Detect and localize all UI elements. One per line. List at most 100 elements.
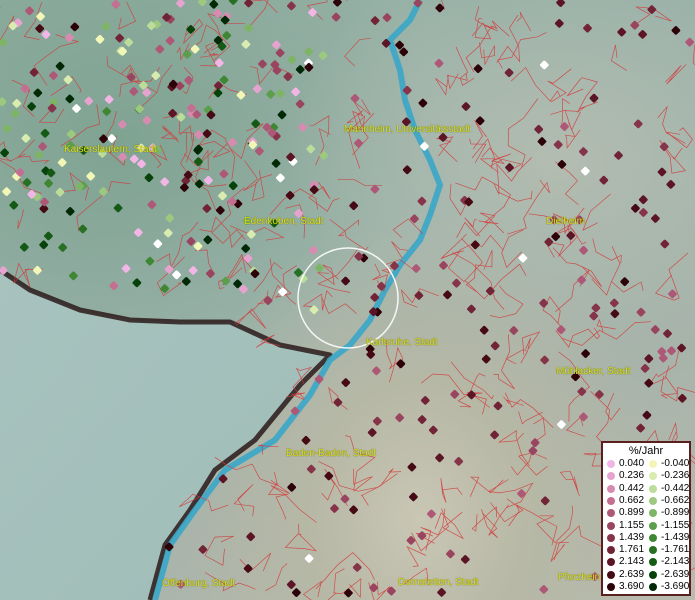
boundary-line: [353, 468, 373, 492]
boundary-line: [243, 160, 273, 192]
measurement-point: [583, 23, 592, 33]
boundary-line: [265, 563, 288, 592]
measurement-point: [287, 1, 296, 11]
boundary-line: [610, 44, 627, 71]
boundary-line: [441, 233, 467, 259]
legend-value: -1.155: [661, 519, 690, 531]
measurement-point: [137, 159, 146, 169]
legend-value: 0.662: [619, 494, 645, 506]
boundary-line: [582, 193, 611, 231]
measurement-point: [275, 89, 285, 98]
measurement-point: [354, 138, 363, 148]
boundary-line: [406, 546, 427, 567]
measurement-point: [35, 24, 45, 33]
map-canvas[interactable]: Kaiserslautern, Stadt Mannheim, Universi…: [0, 0, 695, 600]
legend-swatch: [607, 521, 615, 530]
legend-value: -0.236: [661, 470, 690, 482]
measurement-point: [204, 175, 213, 185]
measurement-point: [636, 423, 645, 433]
legend-swatch: [607, 496, 615, 505]
measurement-point: [21, 133, 31, 143]
legend-value: 3.690: [619, 581, 645, 592]
measurement-point: [595, 390, 604, 399]
measurement-point: [467, 390, 476, 400]
measurement-point: [352, 563, 362, 572]
boundary-line: [435, 75, 449, 96]
measurement-point: [129, 154, 139, 164]
legend-swatch: [649, 496, 657, 505]
measurement-point: [164, 265, 174, 274]
city-label-muehlacker: Mühlacker, Stadt: [556, 366, 631, 377]
measurement-point: [579, 147, 588, 156]
measurement-point: [263, 296, 273, 305]
measurement-point: [671, 26, 681, 35]
boundary-line: [562, 321, 651, 346]
measurement-point: [517, 489, 526, 498]
measurement-point: [218, 191, 227, 201]
measurement-point: [372, 416, 382, 426]
measurement-point: [55, 187, 65, 197]
boundary-line: [267, 482, 289, 520]
measurement-point: [344, 588, 353, 598]
boundary-line: [204, 535, 234, 566]
measurement-point: [272, 40, 281, 50]
legend-swatch: [607, 558, 615, 567]
measurement-point: [304, 554, 314, 563]
measurement-point: [10, 109, 20, 118]
measurement-point: [434, 58, 444, 68]
measurement-point: [443, 290, 452, 300]
measurement-point: [579, 412, 588, 422]
boundary-line: [469, 476, 504, 497]
measurement-point: [540, 496, 550, 506]
measurement-point: [295, 65, 305, 74]
measurement-point: [228, 181, 238, 191]
legend-value: -1.439: [661, 531, 690, 543]
measurement-point: [84, 96, 94, 106]
boundary-line: [360, 468, 402, 506]
measurement-point: [275, 48, 285, 58]
measurement-point: [63, 75, 73, 85]
measurement-point: [113, 203, 123, 213]
measurement-point: [271, 159, 281, 168]
boundary-line: [194, 249, 214, 272]
measurement-point: [490, 430, 499, 440]
measurement-point: [308, 245, 318, 255]
measurement-point: [29, 68, 39, 77]
legend-swatch: [607, 460, 615, 468]
measurement-point: [295, 99, 305, 109]
measurement-point: [12, 99, 22, 108]
measurement-point: [66, 129, 76, 139]
measurement-point: [650, 325, 660, 334]
boundary-line: [459, 234, 504, 251]
boundary-line: [493, 157, 532, 195]
measurement-point: [180, 183, 189, 192]
legend-value: 2.143: [619, 556, 645, 568]
measurement-point: [243, 564, 253, 573]
measurement-point: [660, 239, 670, 249]
boundary-line: [302, 580, 336, 600]
measurement-point: [647, 5, 657, 14]
measurement-point: [306, 464, 316, 474]
measurement-point: [540, 355, 550, 365]
boundary-line: [592, 238, 622, 264]
legend-value: -0.040: [661, 458, 690, 469]
measurement-point: [493, 401, 503, 411]
measurement-point: [55, 61, 65, 71]
measurement-point: [0, 148, 9, 158]
measurement-point: [638, 30, 647, 39]
legend-swatch: [607, 546, 615, 555]
legend-value: -0.442: [661, 482, 690, 494]
measurement-point: [241, 244, 251, 253]
legend-swatch: [649, 583, 657, 591]
measurement-point: [176, 112, 186, 122]
legend-swatch: [649, 509, 657, 518]
measurement-point: [481, 354, 491, 364]
measurement-point: [406, 536, 416, 545]
measurement-point: [228, 0, 238, 5]
measurement-point: [253, 84, 262, 94]
boundary-line: [229, 225, 285, 241]
measurement-point: [72, 104, 81, 113]
measurement-point: [557, 160, 567, 169]
measurement-point: [460, 555, 470, 564]
measurement-point: [102, 107, 112, 116]
